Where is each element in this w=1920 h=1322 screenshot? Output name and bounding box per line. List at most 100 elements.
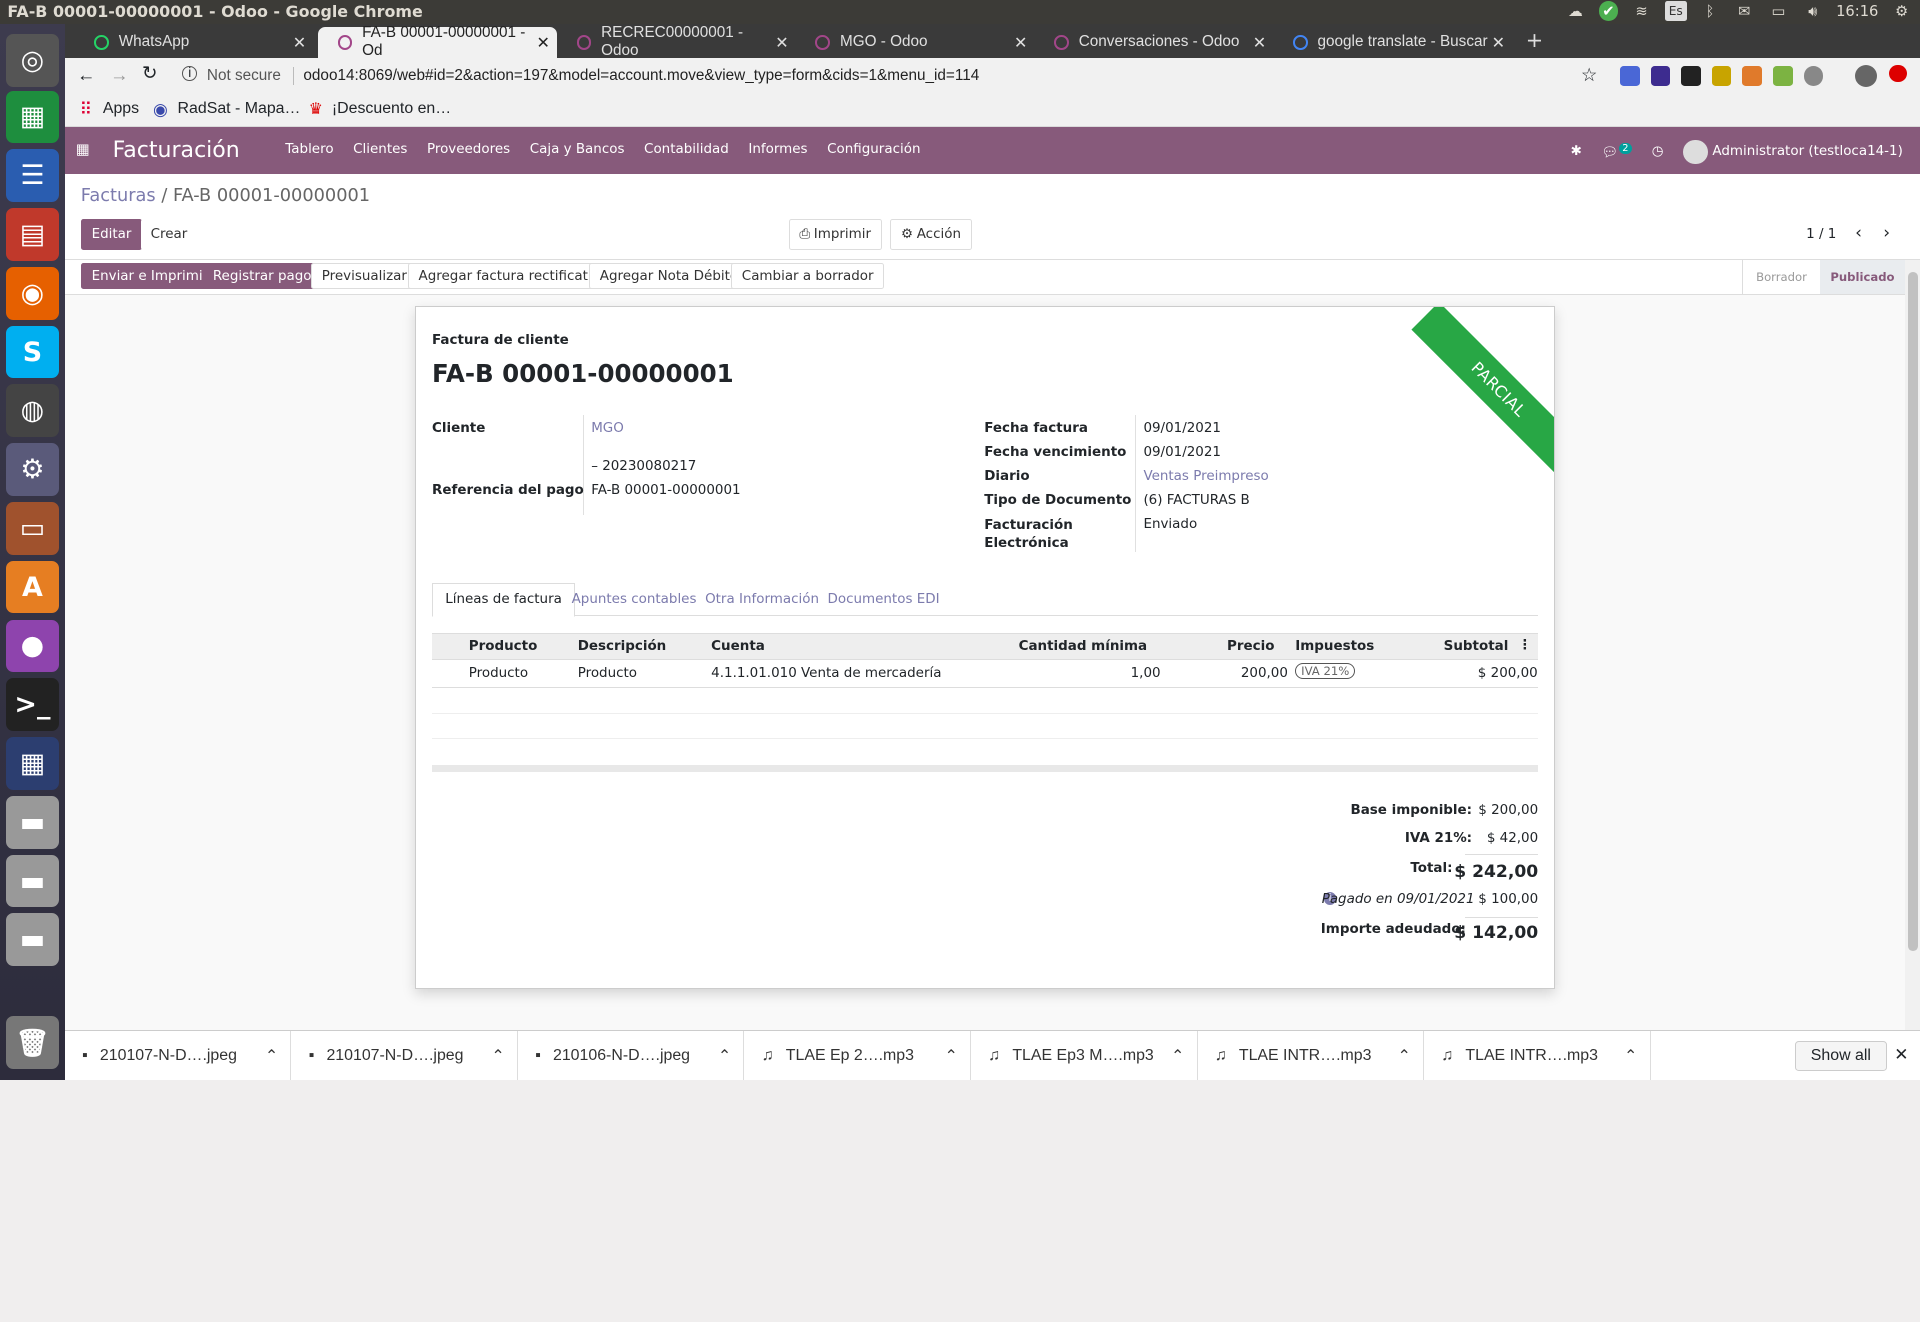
bookmark-radsat[interactable]: RadSat - Mapa… <box>178 100 301 118</box>
extension-icon[interactable] <box>1650 66 1671 86</box>
user-menu[interactable]: Administrator (testloca14-1) <box>1683 139 1903 165</box>
close-icon[interactable]: ✕ <box>1894 1044 1908 1065</box>
chevron-up-icon[interactable]: ⌃ <box>1171 1046 1184 1066</box>
row-precio[interactable]: 200,00 <box>1241 666 1288 681</box>
clock[interactable]: 16:16 <box>1836 3 1878 20</box>
profile-avatar[interactable] <box>1855 64 1878 87</box>
tab-invoice-lines[interactable]: Líneas de factura <box>432 582 576 617</box>
tab-edi-documents[interactable]: Documentos EDI <box>828 592 940 607</box>
bookmark-apps[interactable]: Apps <box>103 100 139 118</box>
apps-grid-icon[interactable]: ⠿ <box>80 99 93 120</box>
row-subtotal[interactable]: $ 200,00 <box>1478 666 1538 681</box>
extension-icon[interactable] <box>1803 66 1824 86</box>
system-settings-icon[interactable]: ⚙ <box>6 443 59 496</box>
print-button[interactable]: ⎙ Imprimir <box>788 219 882 250</box>
scrollbar[interactable] <box>1905 259 1920 1030</box>
trash-icon[interactable]: 🗑︎ <box>6 1016 59 1069</box>
document-type-field[interactable]: (6) FACTURAS B <box>1143 493 1249 508</box>
due-date-field[interactable]: 09/01/2021 <box>1143 445 1221 460</box>
download-item[interactable]: ▪ 210106-N-D….jpeg ⌃ <box>518 1030 745 1080</box>
close-icon[interactable]: ✕ <box>536 33 549 53</box>
state-posted[interactable]: Publicado <box>1819 259 1906 294</box>
breadcrumb-facturas[interactable]: Facturas <box>81 186 156 206</box>
menu-informes[interactable]: Informes <box>748 142 807 157</box>
state-draft[interactable]: Borrador <box>1742 259 1819 294</box>
debug-bug-icon[interactable]: ✱ <box>1571 144 1582 159</box>
cloud-icon[interactable]: ☁ <box>1564 1 1586 21</box>
chevron-up-icon[interactable]: ⌃ <box>1624 1046 1637 1066</box>
tab-recrec[interactable]: RECREC00000001 - Odoo ✕ <box>557 24 796 59</box>
close-icon[interactable]: ✕ <box>1253 33 1266 53</box>
reset-to-draft-button[interactable]: Cambiar a borrador <box>731 263 885 289</box>
menu-proveedores[interactable]: Proveedores <box>427 142 510 157</box>
payment-reference-field[interactable]: FA-B 00001-00000001 <box>591 483 740 498</box>
tab-invoice[interactable]: FA-B 00001-00000001 - Od ✕ <box>318 24 558 59</box>
row-descripcion[interactable]: Producto <box>578 666 637 681</box>
col-subtotal[interactable]: Subtotal <box>1444 639 1509 654</box>
close-icon[interactable]: ✕ <box>293 33 306 53</box>
menu-contabilidad[interactable]: Contabilidad <box>644 142 729 157</box>
scrollbar-thumb[interactable] <box>1907 271 1918 952</box>
menu-configuracion[interactable]: Configuración <box>827 142 920 157</box>
pager-previous-icon[interactable]: ‹ <box>1855 223 1862 243</box>
back-arrow-icon[interactable]: ← <box>77 64 95 86</box>
keyboard-layout[interactable]: Es <box>1664 1 1687 21</box>
col-producto[interactable]: Producto <box>469 639 538 654</box>
download-item[interactable]: ▪ 210107-N-D….jpeg ⌃ <box>291 1030 518 1080</box>
chevron-up-icon[interactable]: ⌃ <box>491 1046 504 1066</box>
close-icon[interactable]: ✕ <box>775 33 788 53</box>
preview-button[interactable]: Previsualizar <box>311 263 418 289</box>
app-name[interactable]: Facturación <box>113 138 240 163</box>
download-item[interactable]: ♫ TLAE INTR….mp3 ⌃ <box>1198 1030 1425 1080</box>
pager-next-icon[interactable]: › <box>1883 223 1890 243</box>
drive-icon[interactable]: ▬ <box>6 913 59 967</box>
check-icon[interactable]: ✔ <box>1598 1 1619 21</box>
drive-icon[interactable]: ▬ <box>6 854 59 908</box>
reload-icon[interactable]: ↻ <box>142 62 157 84</box>
writer-app-icon[interactable]: ☰ <box>6 149 59 203</box>
table-row[interactable]: Producto Producto 4.1.1.01.010 Venta de … <box>432 660 1538 688</box>
bluetooth-icon[interactable]: ᛒ <box>1699 1 1721 21</box>
settings-gear-icon[interactable]: ⚙ <box>1891 1 1913 21</box>
ubuntu-dash-icon[interactable]: ◎ <box>6 34 59 87</box>
column-options-icon[interactable]: ⋮ <box>1518 638 1531 653</box>
bookmark-star-icon[interactable]: ☆ <box>1581 64 1597 86</box>
spreadsheet-app-icon[interactable]: ▦ <box>6 90 59 144</box>
chevron-up-icon[interactable]: ⌃ <box>265 1046 278 1066</box>
security-status[interactable]: Not secure <box>207 67 281 85</box>
chevron-up-icon[interactable]: ⌃ <box>718 1046 731 1066</box>
url-input[interactable]: odoo14:8069/web#id=2&action=197&model=ac… <box>292 67 979 86</box>
activity-clock-icon[interactable]: ◷ <box>1652 144 1664 159</box>
wifi-icon[interactable]: ≋ <box>1630 1 1652 21</box>
create-button[interactable]: Crear <box>140 219 198 250</box>
impress-app-icon[interactable]: ▤ <box>6 208 59 261</box>
chrome-icon[interactable]: ◍ <box>6 384 59 438</box>
col-impuestos[interactable]: Impuestos <box>1295 639 1374 654</box>
download-item[interactable]: ▪ 210107-N-D….jpeg ⌃ <box>65 1030 292 1080</box>
forward-arrow-icon[interactable]: → <box>110 64 128 86</box>
app-icon[interactable]: ● <box>6 619 59 673</box>
extension-icon[interactable] <box>1681 66 1701 86</box>
cliente-field[interactable]: MGO <box>591 421 624 436</box>
row-cantidad[interactable]: 1,00 <box>1131 666 1161 681</box>
bookmark-descuento[interactable]: ¡Descuento en… <box>332 100 451 118</box>
skype-icon[interactable]: S <box>6 325 59 379</box>
chevron-up-icon[interactable]: ⌃ <box>1398 1046 1411 1066</box>
volume-icon[interactable]: 🔊︎ <box>1802 1 1824 21</box>
extension-icon[interactable] <box>1620 66 1640 86</box>
battery-icon[interactable]: ▭ <box>1768 1 1790 21</box>
download-item[interactable]: ♫ TLAE INTR….mp3 ⌃ <box>1424 1030 1651 1080</box>
add-credit-note-button[interactable]: Agregar factura rectificativa <box>407 263 619 289</box>
row-producto[interactable]: Producto <box>469 666 528 681</box>
close-icon[interactable]: ✕ <box>1492 33 1505 53</box>
menu-icon[interactable] <box>1889 64 1907 83</box>
new-tab-button[interactable]: + <box>1526 28 1543 52</box>
chevron-up-icon[interactable]: ⌃ <box>944 1046 957 1066</box>
menu-clientes[interactable]: Clientes <box>353 142 407 157</box>
pager-value[interactable]: 1 / 1 <box>1806 227 1836 242</box>
terminal-icon[interactable]: >_ <box>6 678 59 731</box>
close-icon[interactable]: ✕ <box>1014 33 1027 53</box>
tab-mgo[interactable]: MGO - Odoo ✕ <box>796 27 1035 58</box>
col-cuenta[interactable]: Cuenta <box>711 639 765 654</box>
download-item[interactable]: ♫ TLAE Ep 2….mp3 ⌃ <box>744 1030 972 1080</box>
